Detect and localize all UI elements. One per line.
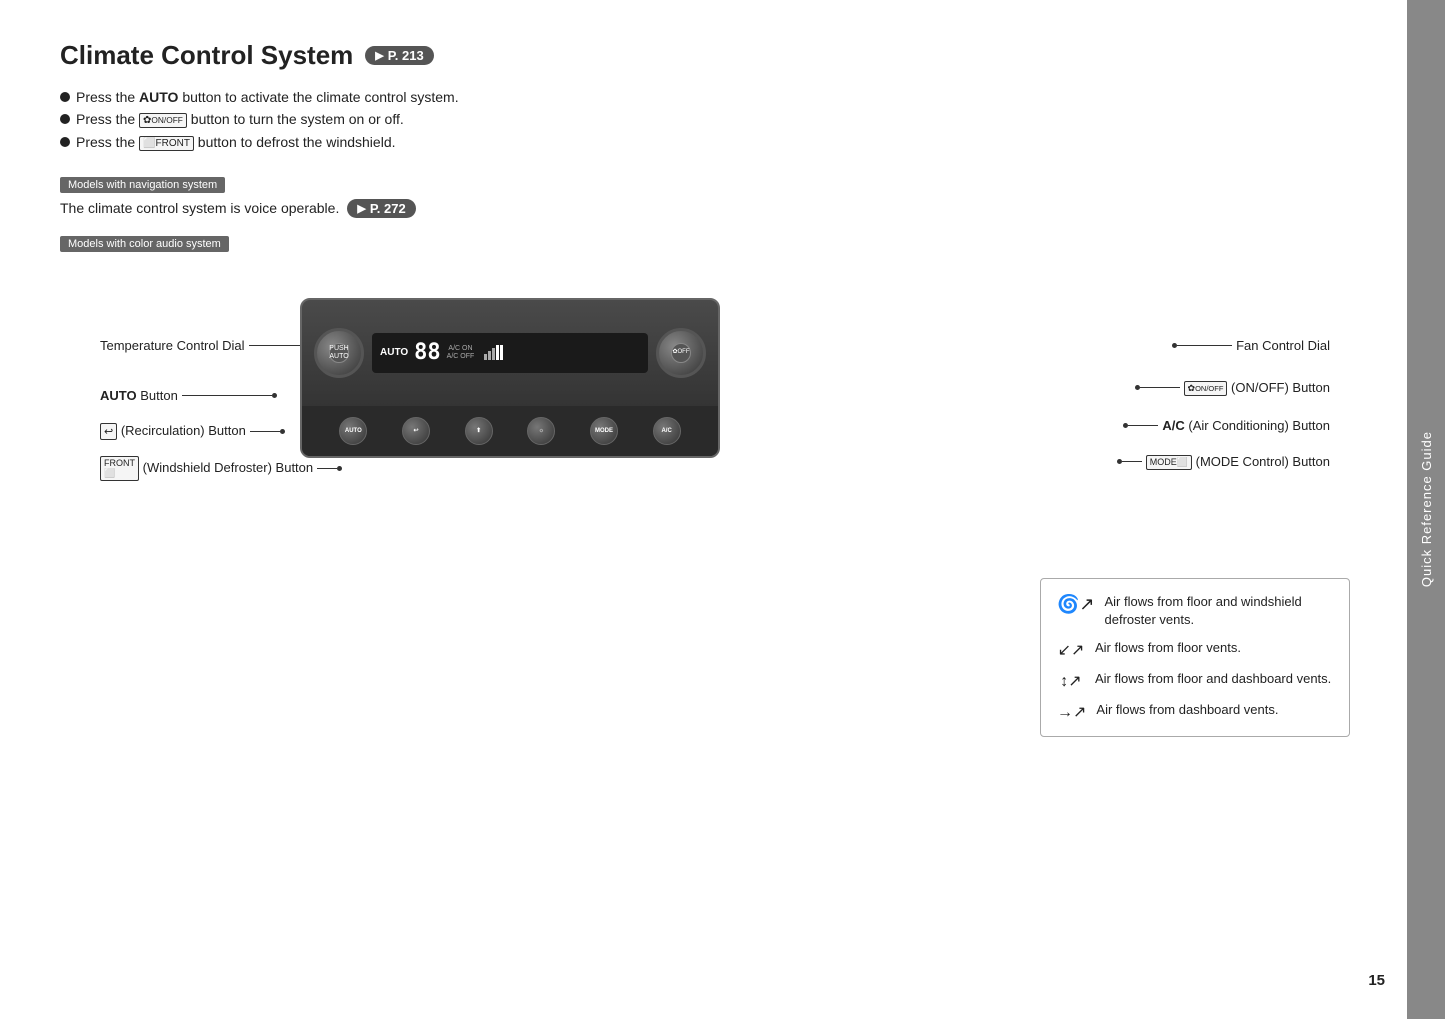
temp-dial-callout: Temperature Control Dial (100, 338, 314, 353)
fan-dial-label: Fan Control Dial (1236, 338, 1330, 353)
dial-inner-fan: ✿OFF (671, 343, 691, 363)
main-content: Climate Control System P. 213 Press the … (60, 40, 1380, 828)
airflow-row-2: ↙↗ Air flows from floor vents. (1057, 639, 1333, 660)
diagram-section: Temperature Control Dial AUTO Button ↩ (… (60, 268, 1380, 828)
btn-ac-label: A/C (661, 428, 671, 434)
airflow-row-4: →↗ Air flows from dashboard vents. (1057, 701, 1333, 722)
onoff-btn-label: ✿ON/OFF (ON/OFF) Button (1184, 380, 1330, 396)
bullet-text-2: Press the ✿ON/OFF button to turn the sys… (76, 111, 404, 128)
page-title: Climate Control System (60, 40, 353, 71)
color-audio-model-label: Models with color audio system (60, 228, 1380, 258)
defrost-btn-callout: FRONT⬜ (Windshield Defroster) Button (100, 456, 342, 481)
model-label-color: Models with color audio system (60, 236, 229, 252)
temperature-dial[interactable]: PUSHAUTO (314, 328, 364, 378)
btn-2[interactable]: ↩ (402, 417, 430, 445)
recirc-btn-callout: ↩ (Recirculation) Button (100, 423, 285, 440)
auto-bottom-btn[interactable]: AUTO (339, 417, 367, 445)
nav-model-label: Models with navigation system (60, 169, 1380, 199)
temp-dial-label: Temperature Control Dial (100, 338, 245, 353)
ac-btn-callout: A/C (Air Conditioning) Button (1123, 418, 1330, 433)
panel-top: PUSHAUTO AUTO 88 A/C ON A/C OFF (302, 300, 718, 406)
panel-bottom: AUTO ↩ ⬆ ☼ MODE A/C (302, 406, 718, 456)
btn-2-label: ↩ (413, 427, 418, 434)
btn-3-label: ⬆ (476, 427, 481, 434)
mode-btn-label: MODE⬜ (MODE Control) Button (1146, 454, 1330, 470)
fan-bars (484, 345, 503, 360)
defrost-btn-label: FRONT⬜ (Windshield Defroster) Button (100, 456, 313, 481)
btn-4[interactable]: ☼ (527, 417, 555, 445)
mode-btn-callout: MODE⬜ (MODE Control) Button (1117, 454, 1330, 470)
airflow-row-1: 🌀↗ Air flows from floor and windshield d… (1057, 593, 1333, 629)
display-icons: A/C ON A/C OFF (447, 345, 475, 360)
bullet-item-3: Press the ⬜FRONT button to defrost the w… (60, 134, 1380, 151)
display-ac-on: A/C ON (448, 345, 472, 352)
dial-inner-temp: PUSHAUTO (329, 343, 349, 363)
btn-ac[interactable]: A/C (653, 417, 681, 445)
defrost-inline-icon: ⬜FRONT (139, 136, 194, 151)
sidebar: Quick Reference Guide (1407, 0, 1445, 1019)
fan-dial-callout: Fan Control Dial (1172, 338, 1330, 353)
bullet-item-2: Press the ✿ON/OFF button to turn the sys… (60, 111, 1380, 128)
airflow-text-3: Air flows from floor and dashboard vents… (1095, 670, 1331, 688)
control-panel: PUSHAUTO AUTO 88 A/C ON A/C OFF (300, 298, 720, 458)
bullet-item-1: Press the AUTO button to activate the cl… (60, 89, 1380, 105)
airflow-text-2: Air flows from floor vents. (1095, 639, 1241, 657)
auto-btn-callout: AUTO Button (100, 388, 277, 403)
airflow-text-1: Air flows from floor and windshield defr… (1105, 593, 1334, 629)
airflow-text-4: Air flows from dashboard vents. (1096, 701, 1278, 719)
recirc-icon: ↩ (100, 423, 117, 440)
onoff-inline-icon: ✿ON/OFF (139, 113, 187, 128)
bullet-dot-3 (60, 137, 70, 147)
recirc-btn-label: ↩ (Recirculation) Button (100, 423, 246, 440)
airflow-icon-1: 🌀↗ (1057, 594, 1095, 615)
airflow-icon-3: ↕↗ (1057, 671, 1085, 691)
btn-mode[interactable]: MODE (590, 417, 618, 445)
voice-ref-text: P. 272 (370, 201, 406, 216)
voice-line: The climate control system is voice oper… (60, 199, 1380, 218)
page-number: 15 (1368, 972, 1385, 989)
airflow-row-3: ↕↗ Air flows from floor and dashboard ve… (1057, 670, 1333, 691)
dial-label-fan: ✿OFF (672, 349, 689, 356)
voice-text: The climate control system is voice oper… (60, 200, 339, 216)
btn-3[interactable]: ⬆ (465, 417, 493, 445)
btn-4-label: ☼ (539, 428, 545, 434)
airflow-icon-2: ↙↗ (1057, 640, 1085, 660)
model-label-nav: Models with navigation system (60, 177, 225, 193)
btn-mode-label: MODE (595, 428, 613, 434)
bullet-text-1: Press the AUTO button to activate the cl… (76, 89, 459, 105)
bullet-list: Press the AUTO button to activate the cl… (60, 89, 1380, 151)
display-temp-text: 88 (414, 340, 441, 365)
sidebar-label: Quick Reference Guide (1419, 431, 1434, 587)
display-ac-off: A/C OFF (447, 353, 475, 360)
page-ref-badge: P. 213 (365, 46, 433, 65)
mode-callout-icon: MODE⬜ (1146, 455, 1192, 470)
ac-btn-label: A/C (Air Conditioning) Button (1162, 418, 1330, 433)
auto-btn-label: AUTO Button (100, 388, 178, 403)
bullet-dot-1 (60, 92, 70, 102)
dial-label-push: PUSHAUTO (329, 345, 348, 360)
auto-bottom-btn-label: AUTO (345, 428, 362, 434)
bullet-dot-2 (60, 114, 70, 124)
climate-display: AUTO 88 A/C ON A/C OFF (372, 333, 648, 373)
page-ref-text: P. 213 (388, 48, 424, 63)
defrost-callout-icon: FRONT⬜ (100, 456, 139, 481)
voice-ref-badge: P. 272 (347, 199, 415, 218)
onoff-callout-icon: ✿ON/OFF (1184, 381, 1228, 396)
airflow-icon-4: →↗ (1057, 702, 1086, 722)
onoff-btn-callout: ✿ON/OFF (ON/OFF) Button (1135, 380, 1330, 396)
display-auto-text: AUTO (380, 347, 408, 358)
airflow-box: 🌀↗ Air flows from floor and windshield d… (1040, 578, 1350, 737)
page-title-row: Climate Control System P. 213 (60, 40, 1380, 71)
bullet-text-3: Press the ⬜FRONT button to defrost the w… (76, 134, 396, 151)
fan-dial[interactable]: ✿OFF (656, 328, 706, 378)
